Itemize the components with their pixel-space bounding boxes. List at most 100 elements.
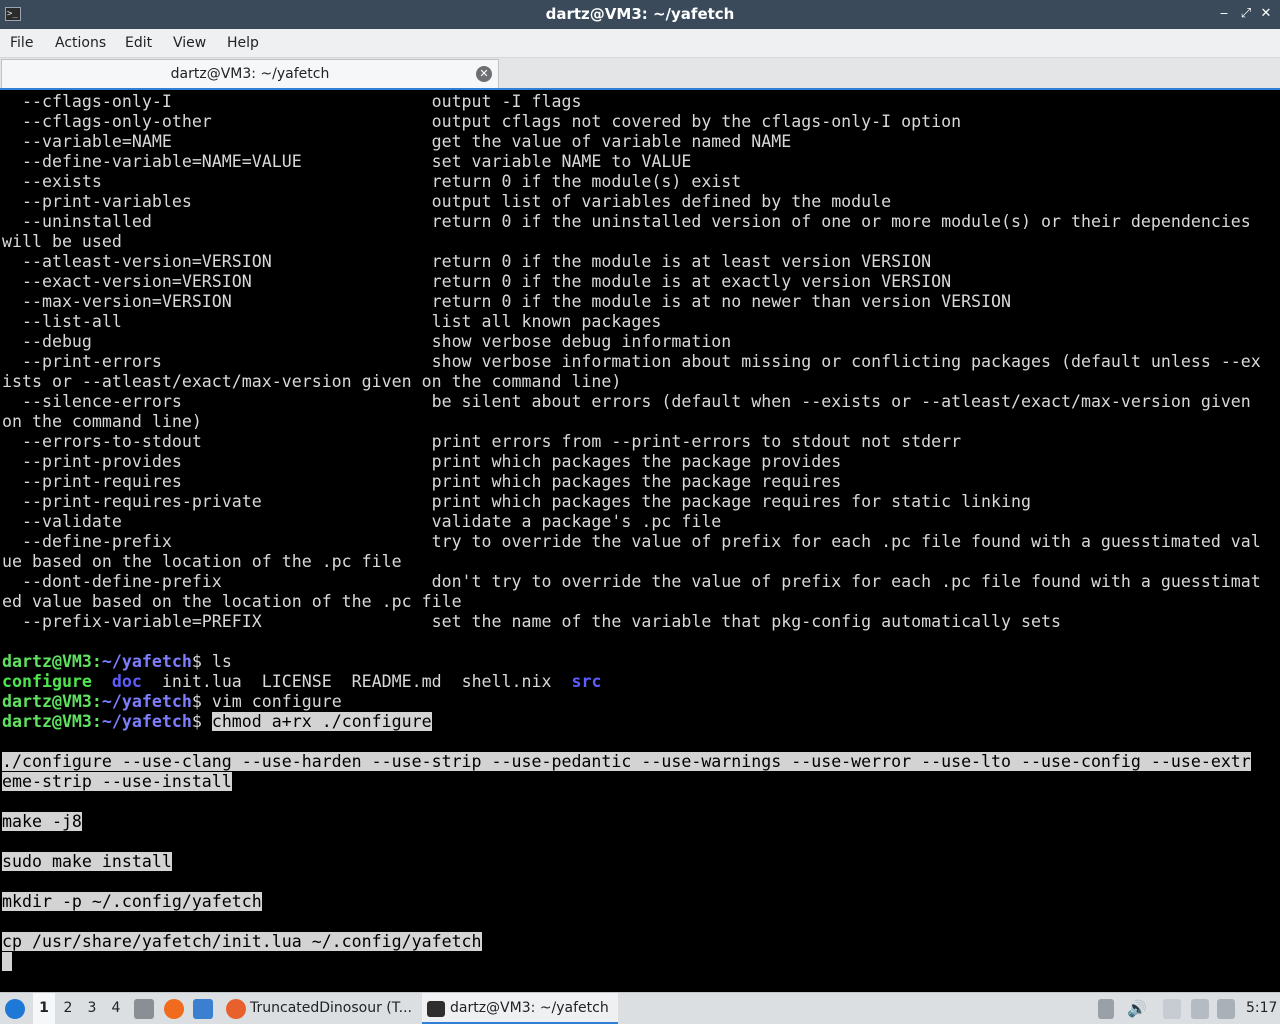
terminal-text: $ vim configure [191,692,342,711]
terminal-text: ~/yafetch [101,652,192,671]
terminal-line: --exists return 0 if the module(s) exist [2,172,1278,192]
terminal-text: ./configure --use-clang --use-harden --u… [2,752,1251,771]
workspace-1[interactable]: 1 [33,993,55,1024]
terminal-text: dartz@VM3 [2,652,92,671]
terminal-text: ed value based on the location of the .p… [2,592,462,611]
files-icon[interactable] [1163,999,1181,1019]
terminal-text: on the command line) [2,412,202,431]
workspace-3[interactable]: 3 [81,993,103,1024]
terminal-icon [427,1001,445,1017]
terminal-line: ed value based on the location of the .p… [2,592,1278,612]
task-firefox-label: TruncatedDinosour (T... [250,1000,413,1016]
terminal-line: --print-variables output list of variabl… [2,192,1278,212]
clipboard-icon[interactable] [1098,999,1114,1019]
task-firefox[interactable]: TruncatedDinosour (T... [222,993,418,1024]
terminal-text: doc [111,672,142,691]
terminal-text: cp /usr/share/yafetch/init.lua ~/.config… [2,932,482,951]
terminal-output[interactable]: --cflags-only-I output -I flags --cflags… [2,92,1278,989]
terminal-line: ue based on the location of the .pc file [2,552,1278,572]
network-icon[interactable] [1217,999,1235,1019]
terminal-text: --print-provides print which packages th… [2,452,842,471]
terminal-line: --silence-errors be silent about errors … [2,392,1278,412]
terminal-text: ~/yafetch [101,692,192,711]
terminal-line: --atleast-version=VERSION return 0 if th… [2,252,1278,272]
menu-help[interactable]: Help [227,29,259,57]
terminal-text: $ ls [191,652,232,671]
terminal-line: --uninstalled return 0 if the uninstalle… [2,212,1278,232]
terminal-text: --atleast-version=VERSION return 0 if th… [2,252,932,271]
terminal-line: --list-all list all known packages [2,312,1278,332]
show-desktop-icon[interactable] [193,999,213,1019]
terminal-line: dartz@VM3:~/yafetch$ ls [2,652,1278,672]
terminal-text: --define-variable=NAME=VALUE set variabl… [2,152,692,171]
task-terminal-label: dartz@VM3: ~/yafetch [450,1000,609,1016]
minimize-button[interactable]: ‒ [1216,6,1232,22]
menu-edit[interactable]: Edit [125,29,152,57]
terminal-text: --prefix-variable=PREFIX set the name of… [2,612,1061,631]
terminal-text: ~/yafetch [101,712,192,731]
terminal-text: --exact-version=VERSION return 0 if the … [2,272,952,291]
workspace-4[interactable]: 4 [105,993,127,1024]
terminal-line: ./configure --use-clang --use-harden --u… [2,752,1278,772]
terminal-line: --debug show verbose debug information [2,332,1278,352]
firefox-launcher-icon[interactable] [164,999,184,1019]
terminal-line: configure doc init.lua LICENSE README.md… [2,672,1278,692]
terminal-line: --define-prefix try to override the valu… [2,532,1278,552]
tab-terminal[interactable]: dartz@VM3: ~/yafetch ✕ [1,59,499,88]
terminal-line: will be used [2,232,1278,252]
workspace-2[interactable]: 2 [57,993,79,1024]
terminal-line: cp /usr/share/yafetch/init.lua ~/.config… [2,932,1278,952]
terminal-text: ists or --atleast/exact/max-version give… [2,372,622,391]
terminal-text: src [571,672,602,691]
terminal-text: --uninstalled return 0 if the uninstalle… [2,212,1251,231]
menu-file[interactable]: File [10,29,33,57]
terminal-text: ue based on the location of the .pc file [2,552,402,571]
terminal-line: --cflags-only-I output -I flags [2,92,1278,112]
task-terminal[interactable]: dartz@VM3: ~/yafetch [422,993,618,1024]
terminal-text: --exists return 0 if the module(s) exist [2,172,742,191]
terminal-text: --cflags-only-I output -I flags [2,92,582,111]
terminal-text: : [91,652,102,671]
menu-actions[interactable]: Actions [55,29,106,57]
close-window-button[interactable]: ✕ [1258,6,1274,22]
display-icon[interactable] [1191,999,1209,1019]
taskbar: 1 2 3 4 TruncatedDinosour (T... dartz@VM… [0,992,1280,1024]
file-manager-icon[interactable] [134,999,154,1019]
tab-close-icon[interactable]: ✕ [476,66,492,82]
terminal-line: dartz@VM3:~/yafetch$ vim configure [2,692,1278,712]
app-menu-icon[interactable] [5,999,25,1019]
terminal-text: --print-requires-private print which pac… [2,492,1031,511]
terminal-text: --silence-errors be silent about errors … [2,392,1251,411]
terminal-line: --cflags-only-other output cflags not co… [2,112,1278,132]
terminal-text: --max-version=VERSION return 0 if the mo… [2,292,1012,311]
window-title: dartz@VM3: ~/yafetch [545,5,735,23]
maximize-button[interactable]: ⤢ [1238,6,1254,22]
terminal-text: --validate validate a package's .pc file [2,512,722,531]
menu-view[interactable]: View [173,29,206,57]
terminal-text: --cflags-only-other output cflags not co… [2,112,962,131]
terminal-text: --errors-to-stdout print errors from --p… [2,432,962,451]
volume-icon[interactable]: 🔊 [1127,999,1147,1019]
terminal-line [2,952,1278,972]
firefox-icon [226,999,246,1019]
terminal-line: --dont-define-prefix don't try to overri… [2,572,1278,592]
tab-bar: dartz@VM3: ~/yafetch ✕ [0,58,1280,90]
terminal-text: $ [191,712,212,731]
terminal-text: --print-variables output list of variabl… [2,192,892,211]
terminal-text: dartz@VM3 [2,692,92,711]
terminal-text: --dont-define-prefix don't try to overri… [2,572,1261,591]
terminal-text: : [91,692,102,711]
terminal-text: init.lua LICENSE README.md shell.nix [141,672,572,691]
terminal-line: --print-errors show verbose information … [2,352,1278,372]
clock[interactable]: 5:17 [1246,993,1277,1024]
terminal-text: chmod a+rx ./configure [211,712,432,731]
terminal-line: make -j8 [2,812,1278,832]
terminal-line: dartz@VM3:~/yafetch$ chmod a+rx ./config… [2,712,1278,732]
terminal-text: --define-prefix try to override the valu… [2,532,1261,551]
window-titlebar: >_ dartz@VM3: ~/yafetch ‒ ⤢ ✕ [0,0,1280,29]
